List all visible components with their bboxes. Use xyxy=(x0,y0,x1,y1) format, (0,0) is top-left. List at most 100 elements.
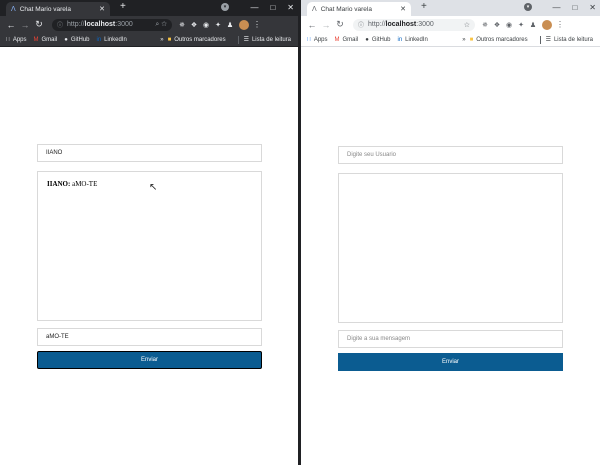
chrome-menu-icon[interactable]: ⋮ xyxy=(252,20,262,29)
extension-puzzle-icon[interactable]: ❖ xyxy=(491,21,503,29)
avatar[interactable] xyxy=(239,19,249,30)
zoom-and-bookmark-star-icon[interactable]: ⌕ ☆ xyxy=(155,21,167,29)
message-input[interactable]: aMO-TE xyxy=(37,328,262,346)
avatar[interactable] xyxy=(542,19,552,30)
chrome-menu-icon[interactable]: ⋮ xyxy=(555,20,565,29)
apps-grid-icon: ∷ xyxy=(307,37,311,43)
folder-icon: ■ xyxy=(167,36,172,43)
tab-title: Chat Mario varela xyxy=(320,5,372,13)
site-info-icon[interactable]: ⓘ xyxy=(57,20,63,29)
browser-toolbar: ← → ↻ ⓘ http:// localhost :3000 ⌕ ☆ ✵ ❖ … xyxy=(0,16,298,33)
back-icon[interactable]: ← xyxy=(305,20,319,30)
minimize-icon[interactable]: — xyxy=(552,3,560,12)
bookmark-other-folder[interactable]: ■ Outros marcadores xyxy=(470,37,528,43)
bookmark-apps[interactable]: ∷ Apps xyxy=(307,36,328,44)
bookmarks-bar: ∷ Apps M Gmail ● GitHub in LinkedIn » ■ Outro… xyxy=(301,33,600,47)
forward-icon[interactable]: → xyxy=(319,20,333,30)
extensions-menu-icon[interactable]: ✦ xyxy=(515,21,527,29)
extension-gear-icon[interactable]: ✵ xyxy=(176,21,188,29)
bookmark-gmail[interactable]: M Gmail xyxy=(34,37,58,43)
url-host: localhost xyxy=(385,21,417,28)
back-icon[interactable]: ← xyxy=(4,20,18,30)
maximize-icon[interactable]: □ xyxy=(572,3,577,12)
github-icon: ● xyxy=(365,36,369,43)
message-text: aMO-TE xyxy=(70,180,98,188)
forward-icon[interactable]: → xyxy=(18,20,32,30)
profile-indicator-icon[interactable]: ▾ xyxy=(221,3,229,11)
bookmark-star-icon[interactable]: ☆ xyxy=(464,21,470,29)
bookmark-other-folder[interactable]: ■ Outros marcadores xyxy=(168,37,226,43)
extension-gear-icon[interactable]: ✵ xyxy=(479,21,491,29)
reading-list-icon: ☰ xyxy=(243,37,249,43)
reading-list-button[interactable]: ☰ Lista de leitura xyxy=(243,36,291,44)
chat-page: IIANO IIANO: aMO-TE aMO-TE Enviar ↖ xyxy=(0,48,298,465)
extension-badge-icon[interactable]: ◉ xyxy=(503,21,515,29)
url-scheme: http:// xyxy=(67,21,85,28)
folder-icon: ■ xyxy=(469,36,474,43)
browser-window-right: Λ Chat Mario varela ✕ + ▾ — □ ✕ ← → ↻ ⓘ … xyxy=(301,0,600,465)
linkedin-icon: in xyxy=(96,36,102,43)
app-favicon-icon: Λ xyxy=(312,5,317,13)
messages-box: IIANO: aMO-TE xyxy=(37,171,262,321)
more-bookmarks-chevron-icon[interactable]: » xyxy=(160,37,163,43)
bookmark-github[interactable]: ● GitHub xyxy=(365,37,390,43)
reload-icon[interactable]: ↻ xyxy=(333,19,347,30)
send-button[interactable]: Enviar xyxy=(37,351,262,369)
message-input[interactable]: Digite a sua mensagem xyxy=(338,330,563,348)
new-tab-button[interactable]: + xyxy=(120,1,126,12)
bookmark-divider xyxy=(237,35,239,44)
tab-title: Chat Mario varela xyxy=(19,5,71,13)
gmail-icon: M xyxy=(334,36,340,43)
url-host: localhost xyxy=(84,21,116,28)
profile-person-icon[interactable]: ♟ xyxy=(224,21,236,29)
maximize-icon[interactable]: □ xyxy=(270,3,275,12)
extensions-menu-icon[interactable]: ✦ xyxy=(212,21,224,29)
message-author: IIANO: xyxy=(47,180,71,188)
message-entry: IIANO: aMO-TE xyxy=(47,180,97,188)
site-info-icon[interactable]: ⓘ xyxy=(358,20,364,29)
chat-page: Digite seu Usuario Digite a sua mensagem… xyxy=(301,48,600,465)
extension-badge-icon[interactable]: ◉ xyxy=(200,21,212,29)
tab-strip: Λ Chat Mario varela ✕ + ▾ — □ ✕ xyxy=(0,0,298,16)
url-port: :3000 xyxy=(115,21,133,28)
tab-strip: Λ Chat Mario varela ✕ + ▾ — □ ✕ xyxy=(301,0,600,16)
close-tab-icon[interactable]: ✕ xyxy=(99,5,105,13)
address-bar[interactable]: ⓘ http:// localhost :3000 ☆ xyxy=(353,18,475,31)
bookmark-github[interactable]: ● GitHub xyxy=(64,37,89,43)
browser-window-left: Λ Chat Mario varela ✕ + ▾ — □ ✕ ← → ↻ ⓘ … xyxy=(0,0,298,465)
messages-box xyxy=(338,173,563,323)
close-tab-icon[interactable]: ✕ xyxy=(400,5,406,13)
close-window-icon[interactable]: ✕ xyxy=(589,3,596,12)
reload-icon[interactable]: ↻ xyxy=(32,19,46,30)
more-bookmarks-chevron-icon[interactable]: » xyxy=(462,37,465,43)
app-favicon-icon: Λ xyxy=(11,5,16,13)
profile-indicator-icon[interactable]: ▾ xyxy=(524,3,532,11)
bookmark-linkedin[interactable]: in LinkedIn xyxy=(97,37,127,43)
bookmark-divider xyxy=(539,35,541,44)
reading-list-icon: ☰ xyxy=(545,37,551,43)
bookmark-gmail[interactable]: M Gmail xyxy=(335,37,359,43)
bookmark-apps[interactable]: ∷ Apps xyxy=(6,36,27,44)
close-window-icon[interactable]: ✕ xyxy=(287,3,294,12)
tab-chat[interactable]: Λ Chat Mario varela ✕ xyxy=(6,2,110,16)
mouse-pointer-icon: ↖ xyxy=(149,182,158,193)
reading-list-button[interactable]: ☰ Lista de leitura xyxy=(545,36,593,44)
extension-puzzle-icon[interactable]: ❖ xyxy=(188,21,200,29)
url-port: :3000 xyxy=(416,21,434,28)
username-input[interactable]: IIANO xyxy=(37,144,262,162)
send-button[interactable]: Enviar xyxy=(338,353,563,371)
username-input[interactable]: Digite seu Usuario xyxy=(338,146,563,164)
address-bar[interactable]: ⓘ http:// localhost :3000 ⌕ ☆ xyxy=(52,18,172,31)
bookmarks-bar: ∷ Apps M Gmail ● GitHub in LinkedIn » ■ Outro… xyxy=(0,33,298,47)
apps-grid-icon: ∷ xyxy=(6,37,10,43)
github-icon: ● xyxy=(64,36,68,43)
gmail-icon: M xyxy=(33,36,39,43)
browser-toolbar: ← → ↻ ⓘ http:// localhost :3000 ☆ ✵ ❖ ◉ … xyxy=(301,16,600,33)
tab-chat[interactable]: Λ Chat Mario varela ✕ xyxy=(307,2,411,16)
profile-person-icon[interactable]: ♟ xyxy=(527,21,539,29)
new-tab-button[interactable]: + xyxy=(421,1,427,12)
minimize-icon[interactable]: — xyxy=(250,3,258,12)
bookmark-linkedin[interactable]: in LinkedIn xyxy=(398,37,428,43)
url-scheme: http:// xyxy=(368,21,386,28)
linkedin-icon: in xyxy=(397,36,403,43)
